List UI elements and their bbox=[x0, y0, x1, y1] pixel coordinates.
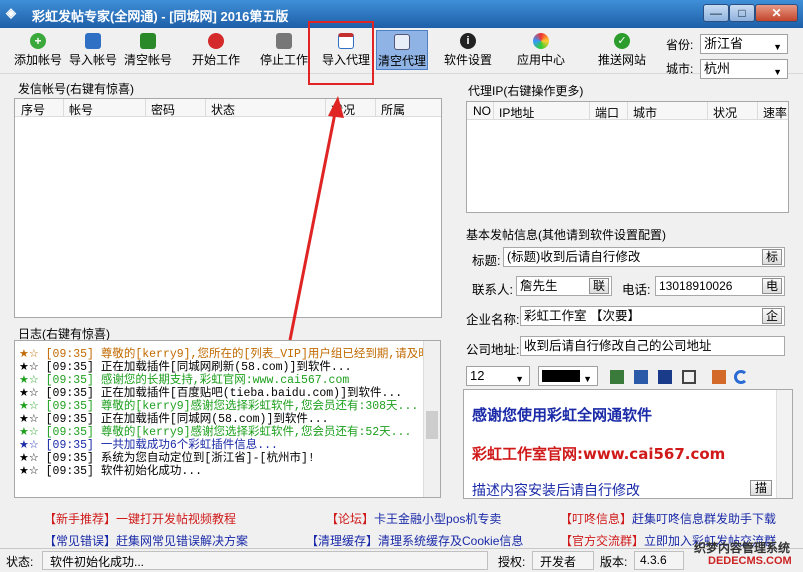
annotation-arrow bbox=[288, 96, 344, 341]
